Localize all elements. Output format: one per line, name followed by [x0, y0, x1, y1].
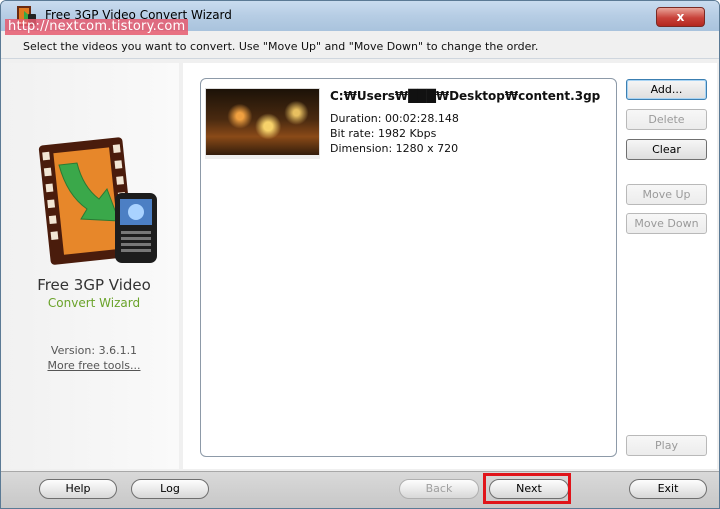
watermark-text: http://nextcom.tistory.com	[5, 19, 189, 35]
more-tools-link[interactable]: More free tools...	[31, 359, 157, 372]
move-down-button[interactable]: Move Down	[626, 213, 707, 234]
app-window: Free 3GP Video Convert Wizard x http://n…	[0, 0, 720, 509]
close-button[interactable]: x	[656, 7, 705, 27]
delete-button[interactable]: Delete	[626, 109, 707, 130]
add-button[interactable]: Add...	[626, 79, 707, 100]
video-thumbnail[interactable]	[205, 88, 320, 158]
divider	[1, 58, 719, 59]
version-label: Version: 3.6.1.1	[50, 344, 138, 357]
thumbnail-shadow	[205, 155, 320, 159]
clear-button[interactable]: Clear	[626, 139, 707, 160]
file-duration: Duration: 00:02:28.148	[330, 112, 459, 125]
file-dimension: Dimension: 1280 x 720	[330, 142, 459, 155]
move-up-button[interactable]: Move Up	[626, 184, 707, 205]
help-button[interactable]: Help	[39, 479, 117, 499]
brand-name: Free 3GP Video	[37, 276, 151, 294]
log-button[interactable]: Log	[131, 479, 209, 499]
brand-subtitle: Convert Wizard	[47, 296, 141, 310]
file-path[interactable]: C:₩Users₩███₩Desktop₩content.3gp	[330, 89, 600, 103]
next-highlight-box	[483, 473, 571, 504]
file-bitrate: Bit rate: 1982 Kbps	[330, 127, 437, 140]
play-button[interactable]: Play	[626, 435, 707, 456]
exit-button[interactable]: Exit	[629, 479, 707, 499]
back-button[interactable]: Back	[399, 479, 479, 499]
instruction-text: Select the videos you want to convert. U…	[23, 40, 539, 53]
app-logo-icon	[38, 137, 157, 265]
